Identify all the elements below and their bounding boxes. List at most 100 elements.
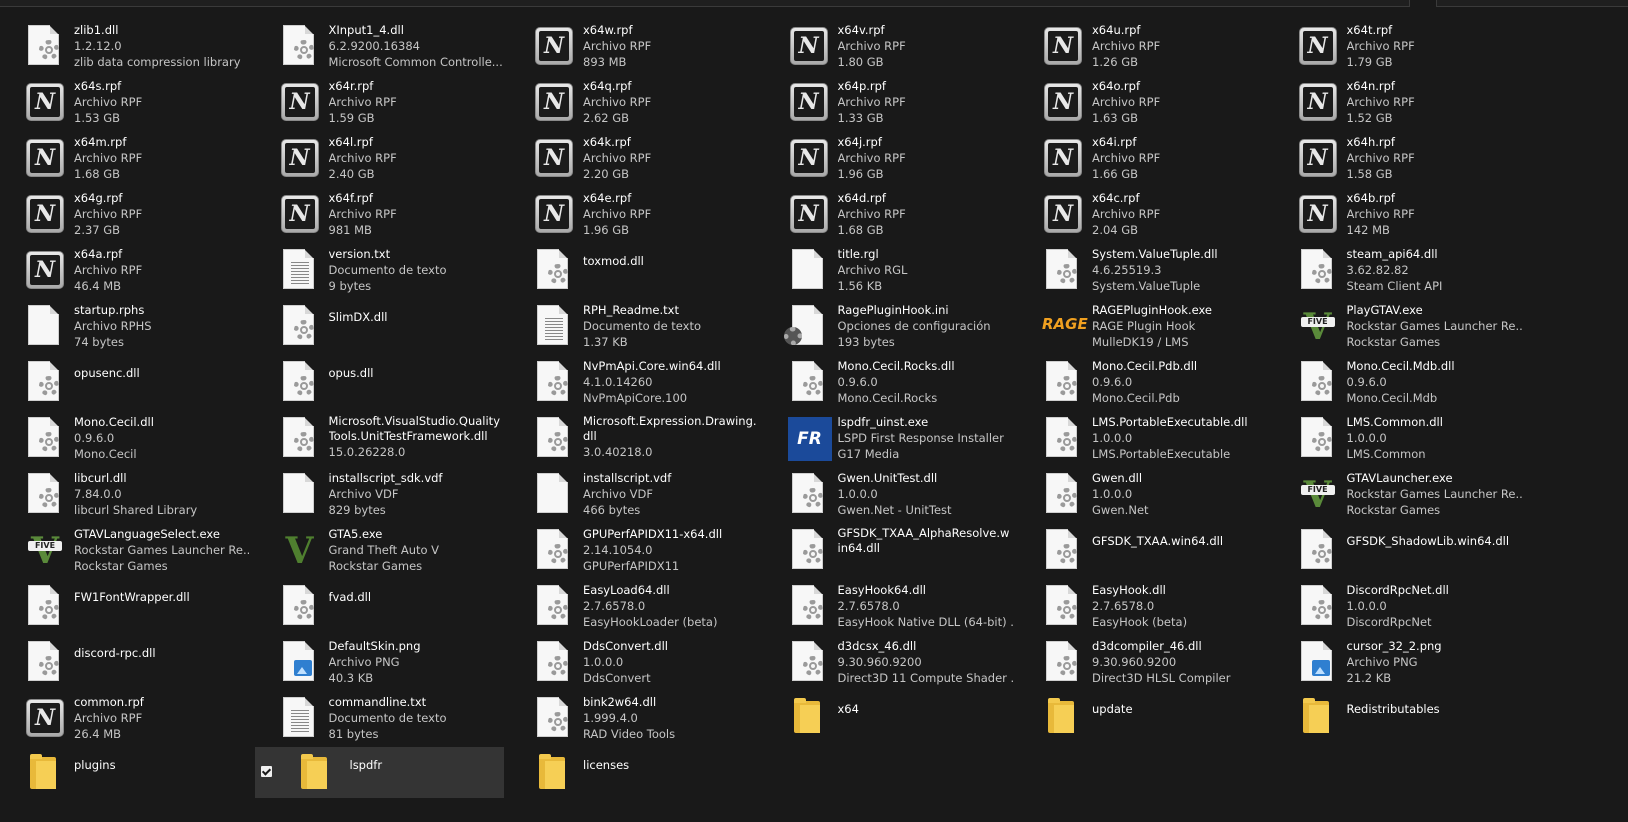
file-item[interactable]: Gwen.UnitTest.dll 1.0.0.0 Gwen.Net - UnitT… [784,467,1033,518]
file-item[interactable]: DdsConvert.dll 1.0.0.0 DdsConvert [529,635,778,686]
search-box[interactable] [1436,0,1628,7]
file-name: Mono.Cecil.Pdb.dll [1092,359,1198,373]
file-item[interactable]: d3dcsx_46.dll 9.30.960.9200 Direct3D 11 Co… [784,635,1033,686]
file-item[interactable]: Nx64r.rpf Archivo RPF 1.59 GB [275,75,524,126]
file-item[interactable]: Mono.Cecil.Rocks.dll 0.9.6.0 Mono.Cecil.Ro… [784,355,1033,406]
file-item[interactable]: Nx64b.rpf Archivo RPF 142 MB [1293,187,1542,238]
file-item[interactable]: GPUPerfAPIDX11-x64.dll 2.14.1054.0 GPUPerf… [529,523,778,574]
file-item[interactable]: Nx64f.rpf Archivo RPF 981 MB [275,187,524,238]
file-item[interactable]: RAGE RAGEPluginHook.exe RAGE Plugin Hook Mu… [1038,299,1287,350]
file-item[interactable]: zlib1.dll 1.2.12.0 zlib data compression l… [20,19,269,70]
folder-item[interactable]: Redistributables [1293,691,1542,742]
file-item[interactable]: d3dcompiler_46.dll 9.30.960.9200 Direct3D … [1038,635,1287,686]
file-item[interactable]: Mono.Cecil.dll 0.9.6.0 Mono.Cecil [20,411,269,462]
file-item[interactable]: Nx64n.rpf Archivo RPF 1.52 GB [1293,75,1542,126]
file-item[interactable]: Nx64o.rpf Archivo RPF 1.63 GB [1038,75,1287,126]
file-item[interactable]: DiscordRpcNet.dll 1.0.0.0 DiscordRpcNet [1293,579,1542,630]
file-label: x64n.rpf Archivo RPF 1.52 GB [1347,78,1522,126]
file-item[interactable]: steam_api64.dll 3.62.82.82 Steam Client AP… [1293,243,1542,294]
file-item[interactable]: RPH_Readme.txt Documento de texto 1.37 KB [529,299,778,350]
file-item[interactable]: Nx64q.rpf Archivo RPF 2.62 GB [529,75,778,126]
file-item[interactable]: Nx64s.rpf Archivo RPF 1.53 GB [20,75,269,126]
file-detail: Archivo RPF [583,151,652,165]
folder-item[interactable]: lspdfr [254,747,504,798]
file-item[interactable]: EasyHook.dll 2.7.6578.0 EasyHook (beta) [1038,579,1287,630]
file-item[interactable]: LMS.Common.dll 1.0.0.0 LMS.Common [1293,411,1542,462]
file-item[interactable]: Mono.Cecil.Mdb.dll 0.9.6.0 Mono.Cecil.Mdb [1293,355,1542,406]
file-item[interactable]: Nx64w.rpf Archivo RPF 893 MB [529,19,778,70]
file-item[interactable]: Microsoft.VisualStudio.QualityTools.Unit… [275,411,524,462]
file-item[interactable]: toxmod.dll [529,243,778,294]
file-item[interactable]: Nx64d.rpf Archivo RPF 1.68 GB [784,187,1033,238]
file-item[interactable]: DefaultSkin.png Archivo PNG 40.3 KB [275,635,524,686]
file-item[interactable]: EasyLoad64.dll 2.7.6578.0 EasyHookLoader (… [529,579,778,630]
file-item[interactable]: opus.dll [275,355,524,406]
file-item[interactable]: GFSDK_TXAA_AlphaResolve.win64.dll [784,523,1033,574]
file-item[interactable]: Nx64j.rpf Archivo RPF 1.96 GB [784,131,1033,182]
file-item[interactable]: Nx64g.rpf Archivo RPF 2.37 GB [20,187,269,238]
file-item[interactable]: FW1FontWrapper.dll [20,579,269,630]
file-detail: 1.0.0.0 [583,655,624,669]
file-item[interactable]: Nx64m.rpf Archivo RPF 1.68 GB [20,131,269,182]
file-item[interactable]: installscript.vdf Archivo VDF 466 bytes [529,467,778,518]
file-item[interactable]: title.rgl Archivo RGL 1.56 KB [784,243,1033,294]
file-item[interactable]: LMS.PortableExecutable.dll 1.0.0.0 LMS.Por… [1038,411,1287,462]
file-item[interactable]: Nx64t.rpf Archivo RPF 1.79 GB [1293,19,1542,70]
file-item[interactable]: fvad.dll [275,579,524,630]
file-name: NvPmApi.Core.win64.dll [583,359,721,373]
file-item[interactable]: version.txt Documento de texto 9 bytes [275,243,524,294]
file-name: x64b.rpf [1346,191,1395,205]
file-item[interactable]: V GTA5.exe Grand Theft Auto V Rockstar Game… [275,523,524,574]
file-item[interactable]: bink2w64.dll 1.999.4.0 RAD Video Tools [529,691,778,742]
file-item[interactable]: Nx64l.rpf Archivo RPF 2.40 GB [275,131,524,182]
address-bar[interactable] [0,0,1410,7]
file-item[interactable]: Nx64p.rpf Archivo RPF 1.33 GB [784,75,1033,126]
file-item[interactable]: Nx64i.rpf Archivo RPF 1.66 GB [1038,131,1287,182]
folder-item[interactable]: update [1038,691,1287,742]
file-item[interactable]: Nx64c.rpf Archivo RPF 2.04 GB [1038,187,1287,238]
file-item[interactable]: Nx64u.rpf Archivo RPF 1.26 GB [1038,19,1287,70]
file-item[interactable]: Nx64h.rpf Archivo RPF 1.58 GB [1293,131,1542,182]
file-item[interactable]: opusenc.dll [20,355,269,406]
file-detail-secondary: Mono.Cecil.Rocks [837,391,938,405]
dll-icon [533,415,573,459]
file-item[interactable]: installscript_sdk.vdf Archivo VDF 829 byte… [275,467,524,518]
file-item[interactable]: Gwen.dll 1.0.0.0 Gwen.Net [1038,467,1287,518]
file-detail-secondary: LMS.Common [1346,447,1426,461]
file-item[interactable]: Nx64v.rpf Archivo RPF 1.80 GB [784,19,1033,70]
selection-checkbox[interactable] [260,766,272,777]
file-detail-secondary: 1.68 GB [837,223,884,237]
file-item[interactable]: V FIVE PlayGTAV.exe Rockstar Games Launcher… [1293,299,1542,350]
file-item[interactable]: V FIVE GTAVLanguageSelect.exe Rockstar Game… [20,523,269,574]
file-item[interactable]: EasyHook64.dll 2.7.6578.0 EasyHook Native … [784,579,1033,630]
file-item[interactable]: Mono.Cecil.Pdb.dll 0.9.6.0 Mono.Cecil.Pdb [1038,355,1287,406]
file-item[interactable]: startup.rphs Archivo RPHS 74 bytes [20,299,269,350]
file-item[interactable]: Nx64a.rpf Archivo RPF 46.4 MB [20,243,269,294]
file-item[interactable]: Nx64e.rpf Archivo RPF 1.96 GB [529,187,778,238]
folder-item[interactable]: licenses [529,747,778,798]
file-item[interactable]: cursor_32_2.png Archivo PNG 21.2 KB [1293,635,1542,686]
file-item[interactable]: XInput1_4.dll 6.2.9200.16384 Microsoft Com… [275,19,524,70]
file-name: GFSDK_TXAA_AlphaResolve.win64.dll [837,526,1010,555]
file-item[interactable]: Ncommon.rpf Archivo RPF 26.4 MB [20,691,269,742]
file-item[interactable]: Nx64k.rpf Archivo RPF 2.20 GB [529,131,778,182]
file-item[interactable]: commandline.txt Documento de texto 81 byte… [275,691,524,742]
file-item[interactable]: NvPmApi.Core.win64.dll 4.1.0.14260 NvPmApi… [529,355,778,406]
file-detail-secondary: Gwen.Net [1092,503,1149,517]
file-name: licenses [583,758,630,772]
file-item[interactable]: V FIVE GTAVLauncher.exe Rockstar Games Laun… [1293,467,1542,518]
file-item[interactable]: System.ValueTuple.dll 4.6.25519.3 System.V… [1038,243,1287,294]
file-label: DdsConvert.dll 1.0.0.0 DdsConvert [583,638,758,686]
file-item[interactable]: SlimDX.dll [275,299,524,350]
folder-item[interactable]: x64 [784,691,1033,742]
folder-item[interactable]: plugins [20,747,269,798]
file-name: GFSDK_ShadowLib.win64.dll [1346,534,1510,548]
file-item[interactable]: GFSDK_TXAA.win64.dll [1038,523,1287,574]
file-item[interactable]: FR lspdfr_uinst.exe LSPD First Response In… [784,411,1033,462]
dll-icon [1297,359,1337,403]
file-item[interactable]: libcurl.dll 7.84.0.0 libcurl Shared Librar… [20,467,269,518]
file-item[interactable]: Microsoft.Expression.Drawing.dll 3.0.4021… [529,411,778,462]
file-item[interactable]: discord-rpc.dll [20,635,269,686]
file-item[interactable]: RagePluginHook.ini Opciones de configurac… [783,299,1033,350]
file-item[interactable]: GFSDK_ShadowLib.win64.dll [1293,523,1542,574]
